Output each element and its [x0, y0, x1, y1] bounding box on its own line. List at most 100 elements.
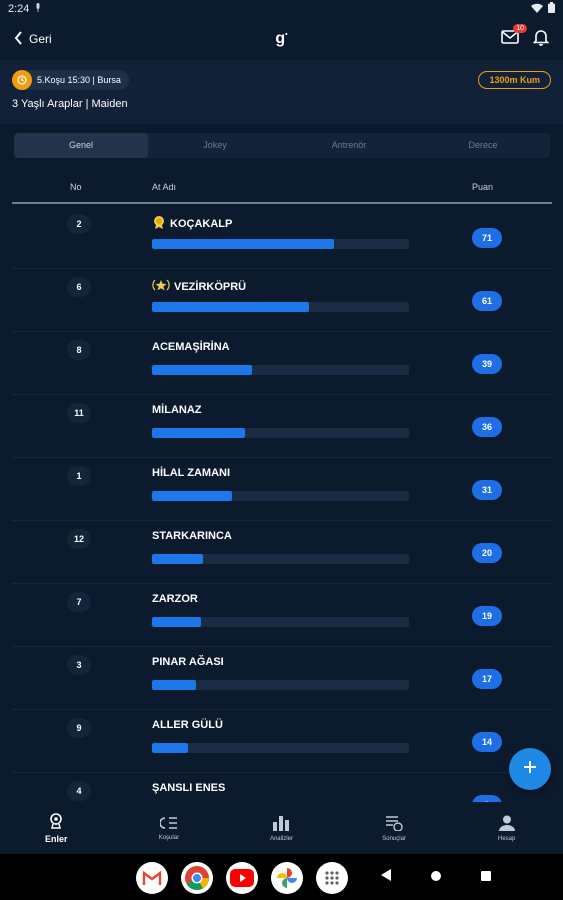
tab-genel[interactable]: Genel [14, 133, 148, 158]
mail-badge: 10 [513, 23, 527, 33]
horse-name: KOÇAKALP [152, 215, 232, 232]
nav-enler[interactable]: Enler [0, 802, 113, 854]
system-nav-bar [0, 854, 563, 900]
horse-number: 12 [67, 529, 91, 549]
system-back-icon[interactable] [380, 868, 392, 887]
list-item[interactable]: 2 KOÇAKALP 71 [12, 206, 552, 269]
horse-name: HİLAL ZAMANI [152, 467, 230, 479]
list-item[interactable]: 6 VEZİRKÖPRÜ 61 [12, 269, 552, 332]
score-bar [152, 554, 409, 564]
list-item[interactable]: 12 STARKARINCA 20 [12, 521, 552, 584]
horse-number: 6 [67, 277, 91, 297]
add-button[interactable] [509, 748, 551, 790]
back-button[interactable]: Geri [14, 30, 52, 48]
header-score: Puan [472, 182, 494, 192]
horse-name: VEZİRKÖPRÜ [152, 278, 246, 295]
score-bar-fill [152, 428, 245, 438]
system-home-icon[interactable] [430, 869, 442, 887]
horse-name-text: MİLANAZ [152, 404, 202, 416]
horse-number: 11 [67, 403, 91, 423]
score-badge: 36 [472, 417, 502, 437]
status-bar: 2:24 [0, 0, 563, 18]
score-bar [152, 617, 409, 627]
nav-kosular[interactable]: Koşular [113, 802, 226, 854]
list-item[interactable]: 11 MİLANAZ 36 [12, 395, 552, 458]
score-bar-fill [152, 365, 253, 375]
plus-icon [523, 760, 537, 779]
horse-name-text: ACEMAŞİRİNA [152, 341, 230, 353]
score-bar-fill [152, 491, 232, 501]
horse-name: STARKARINCA [152, 530, 232, 542]
app-drawer-icon[interactable] [316, 862, 348, 894]
list-item[interactable]: 4 ŞANSLI ENES 9 [12, 773, 552, 802]
horse-name: ŞANSLI ENES [152, 782, 225, 794]
score-bar [152, 302, 409, 312]
clock-icon [12, 70, 32, 90]
bell-icon[interactable] [532, 28, 550, 51]
race-header: 5.Koşu 15:30 | Bursa 1300m Kum 3 Yaşlı A… [0, 60, 563, 124]
tab-derece[interactable]: Derece [416, 133, 550, 158]
race-time-chip: 5.Koşu 15:30 | Bursa [12, 70, 129, 90]
horse-name-text: PINAR AĞASI [152, 656, 224, 668]
nav-label-analizler: Analizler [269, 835, 293, 842]
trophy-icon [49, 812, 63, 831]
logo-text: g [275, 30, 286, 47]
horse-name: ACEMAŞİRİNA [152, 341, 230, 353]
score-bar-fill [152, 239, 335, 249]
score-bar [152, 239, 409, 249]
horse-name-text: STARKARINCA [152, 530, 232, 542]
nav-hesap[interactable]: Hesap [450, 802, 563, 854]
list-icon [159, 816, 178, 832]
score-bar [152, 680, 409, 690]
horse-name: PINAR AĞASI [152, 656, 224, 668]
score-badge: 19 [472, 606, 502, 626]
chrome-icon[interactable] [181, 862, 213, 894]
app-dock [136, 862, 348, 894]
table-header: No At Adı Puan [12, 174, 552, 204]
mail-button[interactable]: 10 [501, 23, 527, 49]
youtube-icon[interactable] [226, 862, 258, 894]
horse-name-text: ŞANSLI ENES [152, 782, 226, 794]
score-badge: 71 [472, 228, 502, 248]
horse-number: 7 [67, 592, 91, 612]
score-bar-fill [152, 554, 204, 564]
list-item[interactable]: 7 ZARZOR 19 [12, 584, 552, 647]
nav-analizler[interactable]: Analizler [225, 802, 338, 854]
app-logo: g• [275, 30, 288, 47]
score-badge: 20 [472, 543, 502, 563]
header-name: At Adı [152, 182, 177, 192]
horse-number: 1 [67, 466, 91, 486]
score-badge: 17 [472, 669, 502, 689]
score-bar-fill [152, 302, 309, 312]
score-bar [152, 428, 409, 438]
gmail-icon[interactable] [136, 862, 168, 894]
horse-name-text: ZARZOR [152, 593, 198, 605]
score-badge: 39 [472, 354, 502, 374]
race-subtitle: 3 Yaşlı Araplar | Maiden [12, 98, 128, 110]
horse-name: ZARZOR [152, 593, 198, 605]
score-bar [152, 365, 409, 375]
chevron-left-icon [14, 30, 23, 48]
list-item[interactable]: 9 ALLER GÜLÜ 14 [12, 710, 552, 773]
nav-sonuclar[interactable]: Sonuçlar [338, 802, 451, 854]
photos-icon[interactable] [271, 862, 303, 894]
horse-number: 2 [67, 214, 91, 234]
score-badge: 31 [472, 480, 502, 500]
system-recents-icon[interactable] [480, 869, 492, 887]
tab-jokey[interactable]: Jokey [148, 133, 282, 158]
horse-name-text: VEZİRKÖPRÜ [174, 280, 247, 293]
bottom-nav: Enler Koşular Analizler Sonuçlar Hesap [0, 802, 563, 854]
list-item[interactable]: 8 ACEMAŞİRİNA 39 [12, 332, 552, 395]
list-item[interactable]: 1 HİLAL ZAMANI 31 [12, 458, 552, 521]
track-chip: 1300m Kum [478, 71, 551, 89]
horse-name: ALLER GÜLÜ [152, 719, 223, 731]
mic-icon [35, 3, 41, 15]
tab-antrenor[interactable]: Antrenör [282, 133, 416, 158]
list-item[interactable]: 3 PINAR AĞASI 17 [12, 647, 552, 710]
mail-icon [501, 29, 519, 48]
back-label: Geri [29, 32, 52, 46]
nav-label-kosular: Koşular [158, 834, 180, 841]
horse-list[interactable]: 2 KOÇAKALP 71 6 VEZİRKÖPRÜ 61 8 ACEMAŞİRİNA 39 11… [12, 206, 552, 802]
wifi-icon [531, 3, 543, 16]
horse-number: 4 [67, 781, 91, 801]
